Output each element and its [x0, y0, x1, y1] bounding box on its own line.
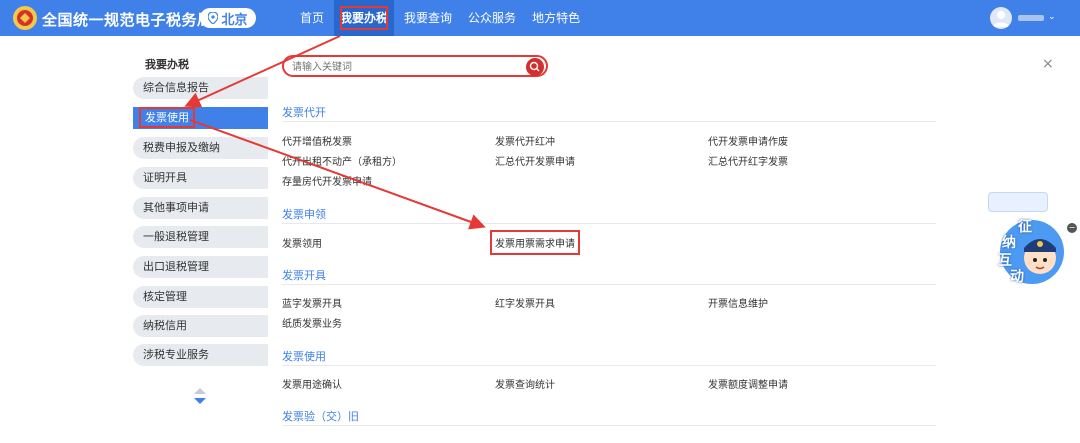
search-input[interactable]: [292, 59, 512, 75]
link-invoice-purpose-confirm[interactable]: 发票用途确认: [282, 376, 342, 391]
section-divider: [282, 425, 936, 426]
section-divider: [282, 365, 936, 366]
widget-char: 动: [1010, 269, 1024, 285]
search-button[interactable]: [526, 58, 544, 76]
section-title-invoice-apply: 发票申领: [282, 208, 326, 221]
region-selector[interactable]: 北京: [200, 8, 256, 28]
link-invoice-quota-adjust[interactable]: 发票额度调整申请: [708, 376, 788, 391]
sidebar-item-professional-services[interactable]: 涉税专业服务: [133, 344, 268, 366]
link-agency-red-reversal[interactable]: 发票代开红冲: [495, 133, 555, 148]
link-paper-invoice-business[interactable]: 纸质发票业务: [282, 315, 342, 330]
nav-query[interactable]: 我要查询: [404, 0, 452, 36]
interaction-widget[interactable]: 征 纳 互 动 −: [978, 190, 1078, 290]
top-header: 全国统一规范电子税务局 北京 首页 我要办税 我要查询 公众服务 地方特色 ⌄: [0, 0, 1080, 36]
sidebar-item-invoice-use[interactable]: 发票使用: [133, 107, 268, 129]
sidebar-item-export-refund[interactable]: 出口退税管理: [133, 256, 268, 278]
sidebar-item-certificate[interactable]: 证明开具: [133, 167, 268, 189]
section-divider: [282, 223, 936, 224]
link-billing-info-maintain[interactable]: 开票信息维护: [708, 295, 768, 310]
main-nav: 首页 我要办税 我要查询 公众服务 地方特色: [300, 0, 596, 36]
section-title-invoice-use: 发票使用: [282, 350, 326, 363]
sidebar-item-credit[interactable]: 纳税信用: [133, 315, 268, 337]
section-divider: [282, 121, 936, 122]
sidebar-item-label: 发票使用: [139, 107, 195, 128]
search-box: [282, 55, 548, 77]
close-icon[interactable]: ×: [1042, 56, 1054, 72]
sidebar-scroll-arrows-icon[interactable]: [193, 386, 207, 406]
sidebar-title: 我要办税: [145, 58, 189, 71]
link-blue-invoice-issue[interactable]: 蓝字发票开具: [282, 295, 342, 310]
link-invoice-demand-request[interactable]: 发票用票需求申请: [490, 230, 580, 255]
widget-tooltip[interactable]: [988, 192, 1048, 212]
sidebar-item-other-requests[interactable]: 其他事项申请: [133, 197, 268, 219]
sidebar-item-assessment[interactable]: 核定管理: [133, 286, 268, 308]
link-summary-red-invoice[interactable]: 汇总代开红字发票: [708, 153, 788, 168]
section-title-invoice-verify-old: 发票验（交）旧: [282, 410, 359, 423]
search-icon: [529, 61, 540, 72]
widget-close-icon[interactable]: −: [1067, 223, 1077, 233]
nav-do-tax[interactable]: 我要办税: [334, 0, 395, 36]
link-agency-lease-property[interactable]: 代开出租不动产（承租方）: [282, 153, 402, 168]
site-title[interactable]: 全国统一规范电子税务局: [42, 9, 213, 30]
sidebar-item-general-refund[interactable]: 一般退税管理: [133, 226, 268, 248]
link-invoice-query-stats[interactable]: 发票查询统计: [495, 376, 555, 391]
link-red-invoice-issue[interactable]: 红字发票开具: [495, 295, 555, 310]
location-pin-icon: [208, 12, 219, 24]
nav-home[interactable]: 首页: [300, 0, 324, 36]
region-label: 北京: [221, 12, 248, 28]
nav-public-service[interactable]: 公众服务: [468, 0, 516, 36]
sidebar-item-info-report[interactable]: 综合信息报告: [133, 77, 268, 99]
user-icon: [993, 11, 1009, 27]
link-vat-agency-invoice[interactable]: 代开增值税发票: [282, 133, 352, 148]
section-divider: [282, 284, 936, 285]
section-title-invoice-issue: 发票开具: [282, 269, 326, 282]
user-menu-chevron-icon[interactable]: ⌄: [1048, 12, 1056, 22]
link-summary-agency-request[interactable]: 汇总代开发票申请: [495, 153, 575, 168]
sidebar-item-tax-declaration[interactable]: 税费申报及缴纳: [133, 137, 268, 159]
user-avatar[interactable]: [990, 7, 1012, 29]
section-title-invoice-agency: 发票代开: [282, 106, 326, 119]
widget-char: 纳: [1002, 235, 1016, 251]
link-agency-void-request[interactable]: 代开发票申请作废: [708, 133, 788, 148]
main-panel: [268, 36, 1080, 443]
widget-char: 征: [1018, 219, 1032, 235]
link-invoice-collect[interactable]: 发票领用: [282, 235, 322, 250]
link-existing-house-agency[interactable]: 存量房代开发票申请: [282, 173, 372, 188]
user-name-masked[interactable]: [1018, 15, 1044, 21]
tax-emblem-logo[interactable]: [12, 5, 38, 31]
nav-local-features[interactable]: 地方特色: [532, 0, 580, 36]
